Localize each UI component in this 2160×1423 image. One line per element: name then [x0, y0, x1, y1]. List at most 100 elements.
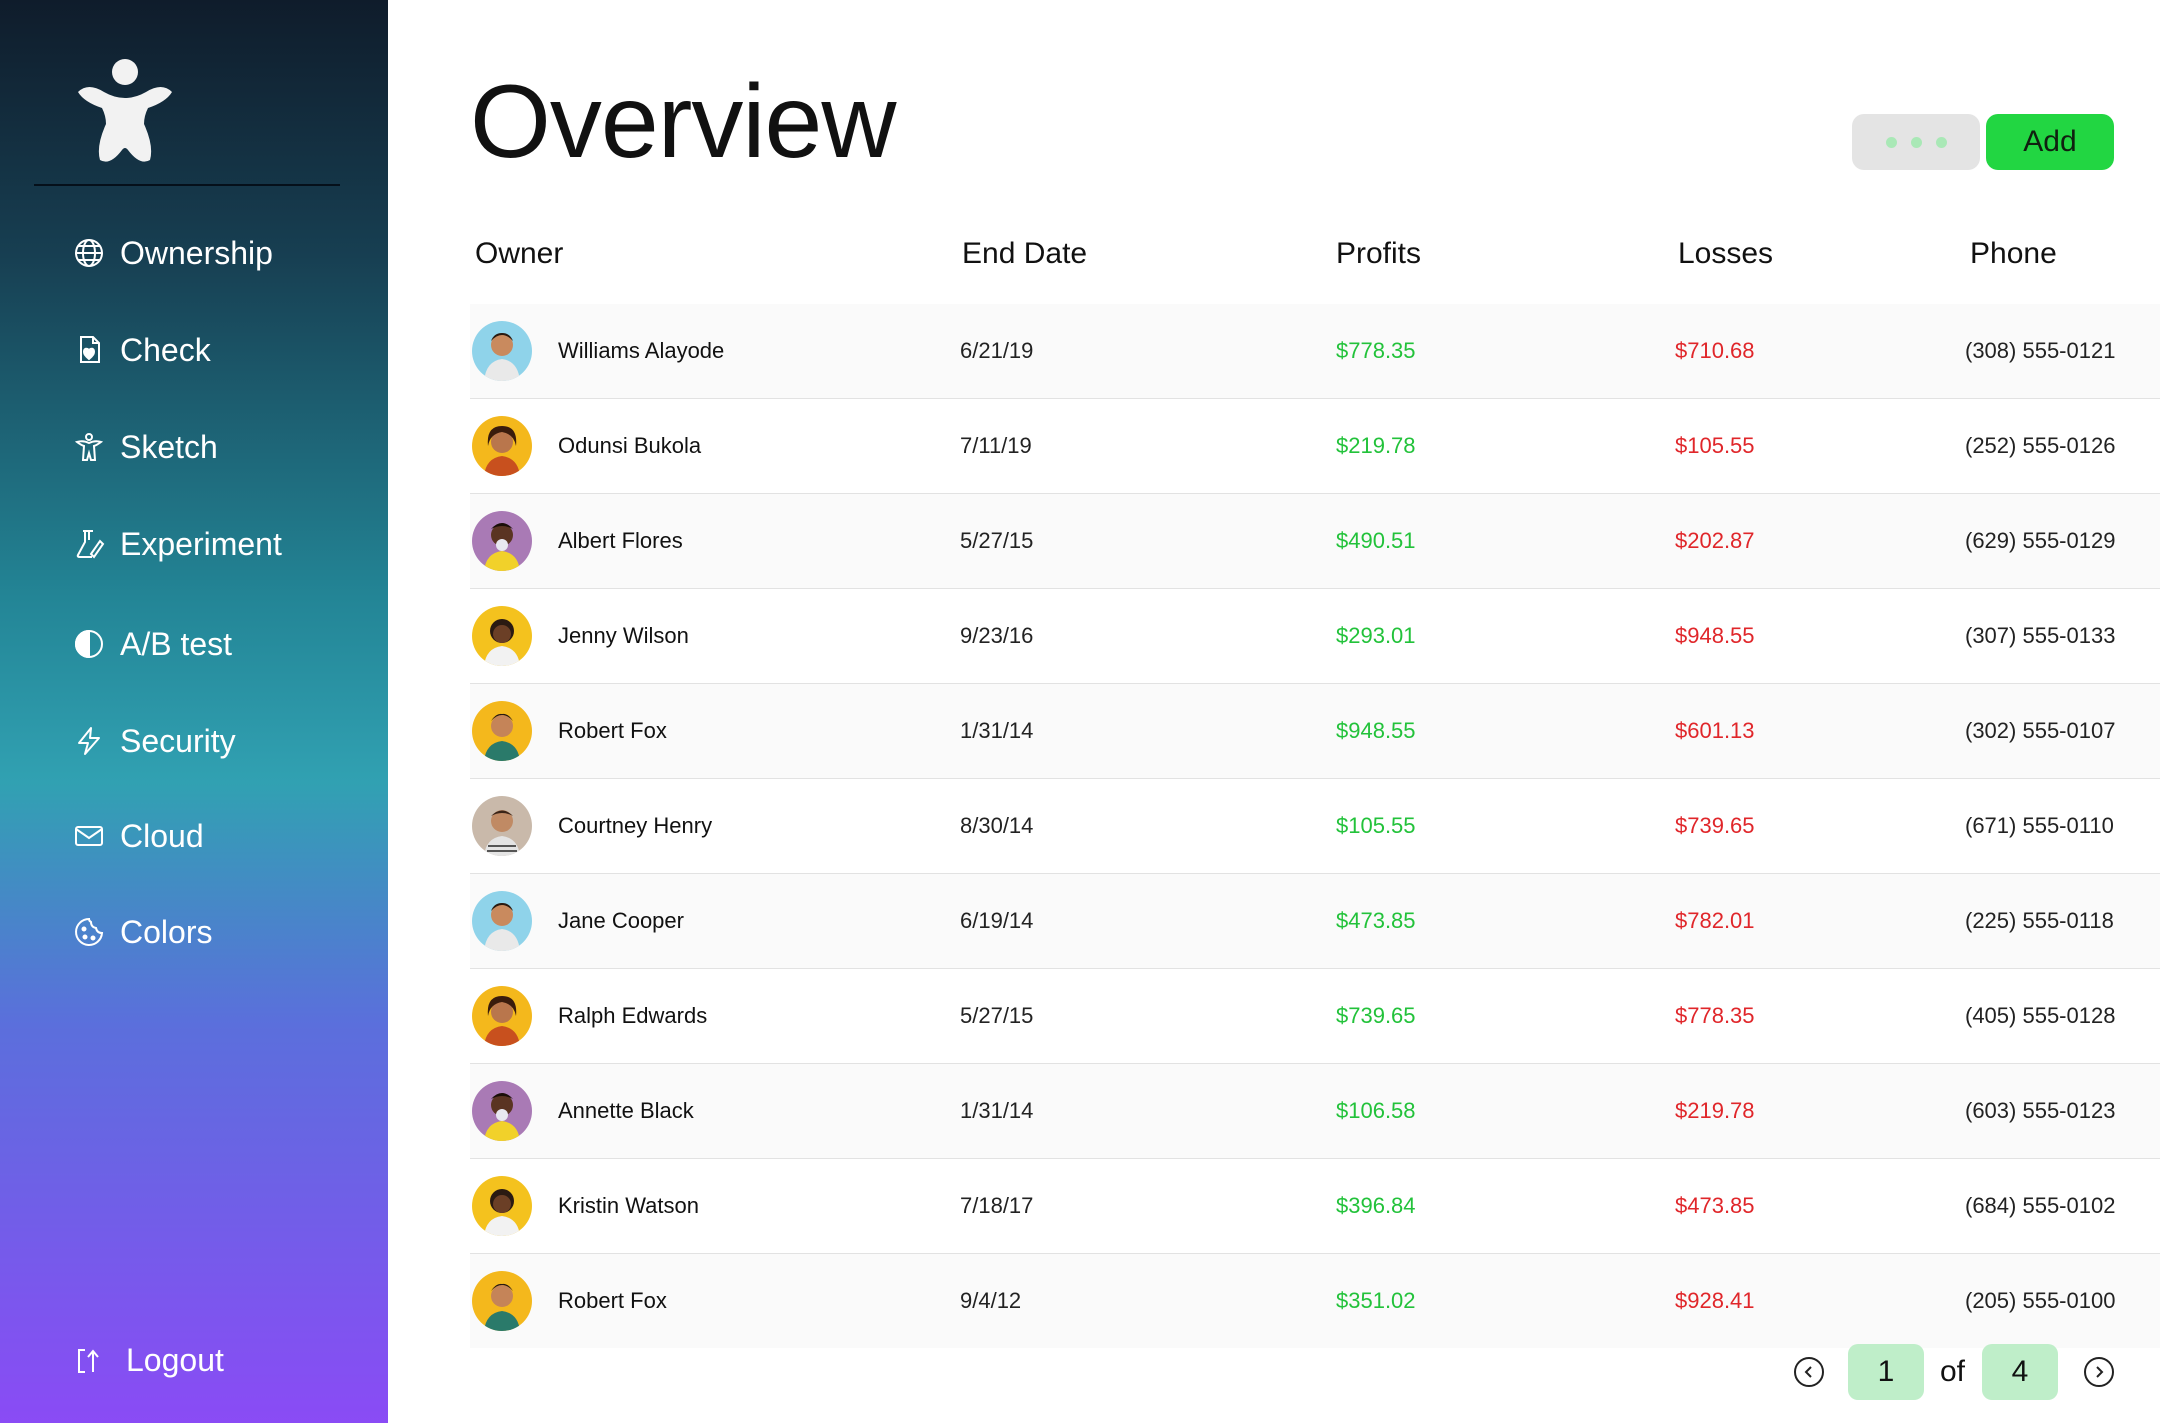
profit-value: $106.58	[1336, 1098, 1416, 1123]
owner-name: Kristin Watson	[558, 1193, 700, 1218]
sidebar-item-colors[interactable]: Colors	[72, 904, 212, 960]
phone-number: (307) 555-0133	[1965, 623, 2116, 648]
sidebar-item-cloud[interactable]: Cloud	[72, 808, 204, 864]
profit-value: $739.65	[1336, 1003, 1416, 1028]
column-header-profits[interactable]: Profits	[1336, 228, 1421, 304]
table-row[interactable]: Robert Fox 9/4/12 $351.02 $928.41 (205) …	[470, 1254, 2160, 1348]
column-header-phone[interactable]: Phone	[1970, 228, 2057, 304]
end-date: 6/19/14	[960, 908, 1034, 933]
prev-page-button[interactable]	[1794, 1357, 1824, 1387]
column-header-losses[interactable]: Losses	[1678, 228, 1773, 304]
loss-value: $782.01	[1675, 908, 1755, 933]
sidebar-item-ab-test[interactable]: A/B test	[72, 616, 232, 672]
owner-name: Robert Fox	[558, 718, 667, 743]
table-row[interactable]: Robert Fox 1/31/14 $948.55 $601.13 (302)…	[470, 684, 2160, 779]
end-date: 1/31/14	[960, 718, 1034, 743]
end-date: 5/27/15	[960, 1003, 1034, 1028]
owner-name: Jenny Wilson	[558, 623, 689, 648]
table-row[interactable]: Kristin Watson 7/18/17 $396.84 $473.85 (…	[470, 1159, 2160, 1254]
phone-number: (308) 555-0121	[1965, 338, 2116, 363]
more-options-button[interactable]	[1852, 114, 1980, 170]
logout-button[interactable]: Logout	[72, 1332, 224, 1388]
logout-icon	[72, 1343, 106, 1377]
avatar	[472, 1271, 532, 1331]
phone-number: (405) 555-0128	[1965, 1003, 2116, 1028]
phone-number: (205) 555-0100	[1965, 1288, 2116, 1313]
end-date: 6/21/19	[960, 338, 1034, 363]
sidebar-item-check[interactable]: Check	[72, 322, 211, 378]
end-date: 5/27/15	[960, 528, 1034, 553]
sidebar-item-label: A/B test	[120, 625, 233, 662]
loss-value: $105.55	[1675, 433, 1755, 458]
phone-number: (603) 555-0123	[1965, 1098, 2116, 1123]
profit-value: $778.35	[1336, 338, 1416, 363]
sidebar-item-label: Sketch	[120, 428, 218, 465]
profit-value: $948.55	[1336, 718, 1416, 743]
table-row[interactable]: Jane Cooper 6/19/14 $473.85 $782.01 (225…	[470, 874, 2160, 969]
figure-logo-icon[interactable]	[70, 58, 180, 168]
half-circle-icon	[72, 627, 106, 661]
profit-value: $490.51	[1336, 528, 1416, 553]
owner-name: Jane Cooper	[558, 908, 684, 933]
profit-value: $105.55	[1336, 813, 1416, 838]
loss-value: $739.65	[1675, 813, 1755, 838]
sidebar-item-ownership[interactable]: Ownership	[72, 225, 273, 281]
profit-value: $293.01	[1336, 623, 1416, 648]
end-date: 7/11/19	[960, 433, 1032, 458]
end-date: 9/4/12	[960, 1288, 1022, 1313]
flask-icon	[72, 527, 106, 561]
sidebar-item-security[interactable]: Security	[72, 713, 236, 769]
table-row[interactable]: Albert Flores 5/27/15 $490.51 $202.87 (6…	[470, 494, 2160, 589]
current-page-box[interactable]: 1	[1848, 1344, 1924, 1400]
avatar	[472, 321, 532, 381]
column-header-owner[interactable]: Owner	[475, 228, 563, 304]
phone-number: (684) 555-0102	[1965, 1193, 2116, 1218]
table-row[interactable]: Odunsi Bukola 7/11/19 $219.78 $105.55 (2…	[470, 399, 2160, 494]
loss-value: $928.41	[1675, 1288, 1755, 1313]
logout-label: Logout	[126, 1341, 224, 1378]
table-row[interactable]: Courtney Henry 8/30/14 $105.55 $739.65 (…	[470, 779, 2160, 874]
avatar	[472, 1081, 532, 1141]
profit-value: $396.84	[1336, 1193, 1416, 1218]
figure-icon	[72, 430, 106, 464]
table-row[interactable]: Jenny Wilson 9/23/16 $293.01 $948.55 (30…	[470, 589, 2160, 684]
lightning-icon	[72, 724, 106, 758]
loss-value: $710.68	[1675, 338, 1755, 363]
owner-name: Albert Flores	[558, 528, 683, 553]
document-heart-icon	[72, 333, 106, 367]
sidebar-item-label: Security	[120, 722, 236, 759]
sidebar-item-sketch[interactable]: Sketch	[72, 419, 218, 475]
page-of-label: of	[1940, 1355, 1966, 1388]
owner-name: Odunsi Bukola	[558, 433, 702, 458]
cookie-icon	[72, 915, 106, 949]
avatar	[472, 796, 532, 856]
sidebar-item-label: Ownership	[120, 234, 273, 271]
globe-icon	[72, 236, 106, 270]
end-date: 7/18/17	[960, 1193, 1034, 1218]
phone-number: (252) 555-0126	[1965, 433, 2116, 458]
column-header-end-date[interactable]: End Date	[962, 228, 1087, 304]
next-page-button[interactable]	[2084, 1357, 2114, 1387]
loss-value: $219.78	[1675, 1098, 1755, 1123]
table-header: Owner End Date Profits Losses Phone	[470, 228, 2160, 305]
avatar	[472, 416, 532, 476]
table-row[interactable]: Annette Black 1/31/14 $106.58 $219.78 (6…	[470, 1064, 2160, 1159]
sidebar: Ownership Check Sketch Experiment A/B te…	[0, 0, 388, 1423]
owner-name: Williams Alayode	[558, 338, 725, 363]
page-title: Overview	[470, 64, 896, 180]
add-button[interactable]: Add	[1986, 114, 2114, 170]
profit-value: $351.02	[1336, 1288, 1416, 1313]
phone-number: (671) 555-0110	[1965, 813, 2114, 838]
phone-number: (629) 555-0129	[1965, 528, 2116, 553]
phone-number: (225) 555-0118	[1965, 908, 2114, 933]
table-row[interactable]: Ralph Edwards 5/27/15 $739.65 $778.35 (4…	[470, 969, 2160, 1064]
loss-value: $473.85	[1675, 1193, 1755, 1218]
avatar	[472, 511, 532, 571]
more-dots-icon	[1885, 136, 1947, 148]
table-row[interactable]: Williams Alayode 6/21/19 $778.35 $710.68…	[470, 304, 2160, 399]
profit-value: $473.85	[1336, 908, 1416, 933]
sidebar-item-experiment[interactable]: Experiment	[72, 516, 282, 572]
avatar	[472, 986, 532, 1046]
loss-value: $778.35	[1675, 1003, 1755, 1028]
phone-number: (302) 555-0107	[1965, 718, 2116, 743]
